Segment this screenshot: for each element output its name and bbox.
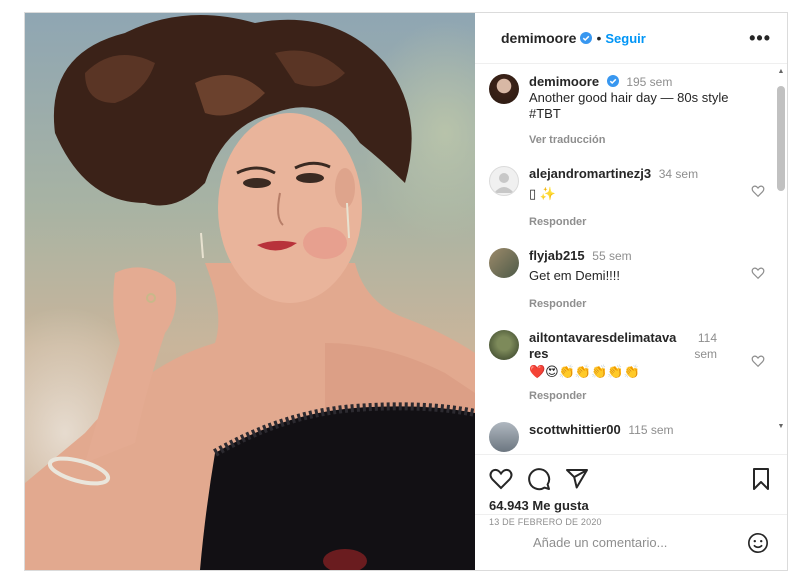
verified-badge-icon: [606, 75, 619, 87]
default-avatar-icon: [494, 173, 514, 193]
like-comment-heart-icon[interactable]: [751, 354, 765, 368]
post-header: demimoore • Seguir •••: [475, 13, 787, 64]
more-options-icon[interactable]: •••: [749, 28, 771, 49]
author-avatar[interactable]: [489, 74, 519, 104]
translate-link[interactable]: Ver traducción: [529, 132, 755, 148]
comments-list[interactable]: ▲ ▼ demimoore 195 sem Another good hair …: [475, 64, 787, 454]
likes-count[interactable]: 64.943 Me gusta: [489, 498, 773, 513]
comment-text: Get em Demi!!!!: [529, 268, 621, 283]
follow-button[interactable]: Seguir: [605, 31, 645, 46]
comment-time[interactable]: 114 sem: [685, 330, 717, 362]
comment-item: ailtontavaresdelimatavares 114 sem ❤️😍👏👏…: [489, 330, 769, 404]
comment-input[interactable]: [531, 534, 747, 551]
like-heart-icon[interactable]: [489, 467, 513, 491]
comment-username[interactable]: ailtontavaresdelimatavares: [529, 330, 679, 362]
reply-button[interactable]: Responder: [529, 388, 729, 404]
caption: demimoore 195 sem Another good hair day …: [489, 74, 769, 148]
comment-time[interactable]: 55 sem: [592, 249, 631, 263]
comment-item: flyjab215 55 sem Get em Demi!!!! Respond…: [489, 248, 769, 312]
post-photo[interactable]: [25, 13, 475, 570]
comment-icon[interactable]: [527, 467, 551, 491]
comment-username[interactable]: flyjab215: [529, 248, 585, 263]
emoji-icon[interactable]: [747, 532, 769, 554]
scrollbar-thumb[interactable]: [777, 86, 785, 191]
verified-badge-icon: [580, 32, 593, 44]
instagram-post: demimoore • Seguir ••• ▲ ▼ demimoore 195…: [24, 12, 788, 571]
comment-item: scottwhittier00 115 sem: [489, 422, 769, 452]
caption-author[interactable]: demimoore: [529, 74, 599, 89]
comments-scrollbar[interactable]: ▲ ▼: [775, 68, 785, 430]
comment-time[interactable]: 115 sem: [628, 423, 673, 437]
comment-text: ▯ ✨: [529, 186, 556, 201]
commenter-avatar[interactable]: [489, 248, 519, 278]
separator-dot: •: [596, 30, 602, 46]
comment-item: alejandromartinezj3 34 sem ▯ ✨ Responder: [489, 166, 769, 230]
post-actions: 64.943 Me gusta 13 DE FEBRERO DE 2020: [475, 454, 787, 527]
comment-username[interactable]: scottwhittier00: [529, 422, 621, 437]
scroll-down-icon[interactable]: ▼: [776, 423, 786, 430]
commenter-avatar[interactable]: [489, 166, 519, 196]
caption-text: Another good hair day — 80s style: [529, 90, 729, 105]
like-comment-heart-icon[interactable]: [751, 266, 765, 280]
add-comment-bar: [475, 514, 787, 570]
caption-time[interactable]: 195 sem: [626, 75, 672, 89]
post-side-panel: demimoore • Seguir ••• ▲ ▼ demimoore 195…: [475, 13, 787, 570]
caption-hashtag[interactable]: #TBT: [529, 106, 755, 122]
author-username[interactable]: demimoore: [501, 30, 576, 46]
scroll-up-icon[interactable]: ▲: [776, 68, 786, 75]
commenter-avatar[interactable]: [489, 330, 519, 360]
comment-text: ❤️😍👏👏👏👏👏: [529, 364, 640, 379]
commenter-avatar[interactable]: [489, 422, 519, 452]
comment-username[interactable]: alejandromartinezj3: [529, 166, 651, 181]
reply-button[interactable]: Responder: [529, 214, 735, 230]
share-icon[interactable]: [565, 467, 589, 491]
portrait-illustration: [25, 15, 475, 570]
reply-button[interactable]: Responder: [529, 296, 735, 312]
save-bookmark-icon[interactable]: [749, 467, 773, 491]
like-comment-heart-icon[interactable]: [751, 184, 765, 198]
comment-time[interactable]: 34 sem: [659, 167, 698, 181]
